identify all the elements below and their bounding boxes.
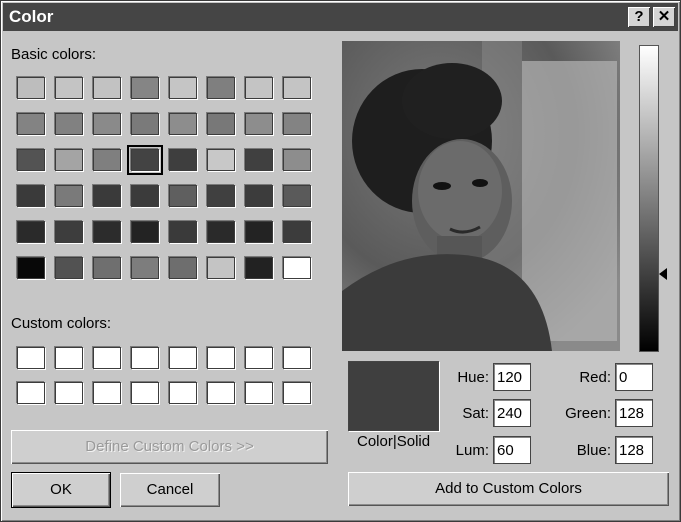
basic-color-swatch[interactable] — [127, 145, 163, 175]
basic-color-swatch[interactable] — [283, 77, 311, 99]
basic-color-swatch[interactable] — [245, 77, 273, 99]
custom-color-swatch[interactable] — [283, 347, 311, 369]
custom-color-swatch[interactable] — [207, 347, 235, 369]
blue-label: Blue: — [576, 442, 611, 459]
basic-color-swatch[interactable] — [245, 221, 273, 243]
close-button[interactable]: ✕ — [653, 7, 675, 27]
basic-color-swatch[interactable] — [17, 113, 45, 135]
ok-button[interactable]: OK — [11, 472, 111, 508]
window-title: Color — [9, 7, 54, 26]
sat-label: Sat: — [462, 405, 489, 422]
basic-color-swatch[interactable] — [169, 113, 197, 135]
basic-color-swatch[interactable] — [17, 221, 45, 243]
basic-color-swatch[interactable] — [207, 77, 235, 99]
green-label: Green: — [565, 405, 611, 422]
basic-color-swatch[interactable] — [17, 185, 45, 207]
hue-field[interactable]: 120 — [493, 363, 531, 391]
define-custom-colors-button: Define Custom Colors >> — [11, 430, 328, 464]
basic-color-swatch[interactable] — [55, 113, 83, 135]
custom-color-swatch[interactable] — [169, 382, 197, 404]
basic-color-swatch[interactable] — [17, 149, 45, 171]
lum-field[interactable]: 60 — [493, 436, 531, 464]
blue-field[interactable]: 128 — [615, 436, 653, 464]
color-dialog: Color ? ✕ Basic colors: Custom colors: D… — [0, 0, 681, 522]
basic-color-swatch[interactable] — [169, 149, 197, 171]
basic-color-swatch[interactable] — [93, 77, 121, 99]
red-label: Red: — [579, 369, 611, 386]
basic-color-swatch[interactable] — [55, 257, 83, 279]
custom-color-swatch[interactable] — [169, 347, 197, 369]
basic-color-swatch[interactable] — [283, 257, 311, 279]
basic-color-swatch[interactable] — [93, 149, 121, 171]
basic-color-swatch[interactable] — [283, 221, 311, 243]
lum-label: Lum: — [455, 442, 489, 459]
custom-color-swatch[interactable] — [55, 382, 83, 404]
basic-color-swatch[interactable] — [131, 113, 159, 135]
basic-color-swatch[interactable] — [207, 221, 235, 243]
custom-colors-label: Custom colors: — [11, 315, 112, 332]
basic-color-swatch[interactable] — [283, 185, 311, 207]
basic-color-swatch[interactable] — [245, 149, 273, 171]
basic-color-swatch[interactable] — [283, 149, 311, 171]
basic-color-swatch[interactable] — [55, 77, 83, 99]
custom-color-swatch[interactable] — [131, 347, 159, 369]
basic-color-swatch[interactable] — [55, 185, 83, 207]
basic-color-swatch[interactable] — [93, 257, 121, 279]
basic-color-swatch[interactable] — [207, 185, 235, 207]
basic-color-swatch[interactable] — [17, 77, 45, 99]
basic-color-swatch[interactable] — [93, 113, 121, 135]
luminance-bar[interactable] — [639, 45, 659, 352]
basic-colors-label: Basic colors: — [11, 46, 97, 63]
green-field[interactable]: 128 — [615, 399, 653, 427]
custom-color-swatch[interactable] — [245, 347, 273, 369]
help-button[interactable]: ? — [628, 7, 650, 27]
custom-color-swatch[interactable] — [55, 347, 83, 369]
sat-field[interactable]: 240 — [493, 399, 531, 427]
basic-color-swatch[interactable] — [169, 185, 197, 207]
red-field[interactable]: 0 — [615, 363, 653, 391]
basic-color-swatch[interactable] — [131, 221, 159, 243]
basic-color-swatch[interactable] — [93, 185, 121, 207]
basic-color-swatch[interactable] — [245, 113, 273, 135]
custom-color-swatch[interactable] — [17, 347, 45, 369]
basic-color-swatch[interactable] — [17, 257, 45, 279]
color-preview — [348, 361, 439, 431]
color-solid-label: Color|Solid — [357, 433, 431, 450]
hue-label: Hue: — [457, 369, 489, 386]
basic-color-swatch[interactable] — [169, 221, 197, 243]
custom-color-swatch[interactable] — [245, 382, 273, 404]
color-spectrum[interactable] — [342, 41, 620, 351]
basic-color-swatch[interactable] — [207, 149, 235, 171]
cancel-button[interactable]: Cancel — [120, 473, 220, 507]
luminance-arrow-icon[interactable] — [659, 267, 667, 280]
basic-color-swatch[interactable] — [131, 77, 159, 99]
add-to-custom-colors-button[interactable]: Add to Custom Colors — [348, 472, 669, 506]
basic-color-swatch[interactable] — [93, 221, 121, 243]
basic-color-swatch[interactable] — [207, 257, 235, 279]
basic-color-swatch[interactable] — [55, 221, 83, 243]
custom-color-swatch[interactable] — [131, 382, 159, 404]
basic-color-swatch[interactable] — [207, 113, 235, 135]
custom-color-swatch[interactable] — [207, 382, 235, 404]
custom-color-swatch[interactable] — [93, 382, 121, 404]
basic-color-swatch[interactable] — [169, 257, 197, 279]
basic-color-swatch[interactable] — [283, 113, 311, 135]
basic-color-swatch[interactable] — [131, 257, 159, 279]
basic-color-swatch[interactable] — [245, 185, 273, 207]
basic-color-swatch[interactable] — [131, 185, 159, 207]
basic-color-swatch[interactable] — [55, 149, 83, 171]
custom-color-swatch[interactable] — [283, 382, 311, 404]
title-bar: Color ? ✕ — [3, 3, 678, 31]
custom-color-swatch[interactable] — [93, 347, 121, 369]
custom-color-swatch[interactable] — [17, 382, 45, 404]
basic-color-swatch[interactable] — [169, 77, 197, 99]
basic-color-swatch[interactable] — [245, 257, 273, 279]
